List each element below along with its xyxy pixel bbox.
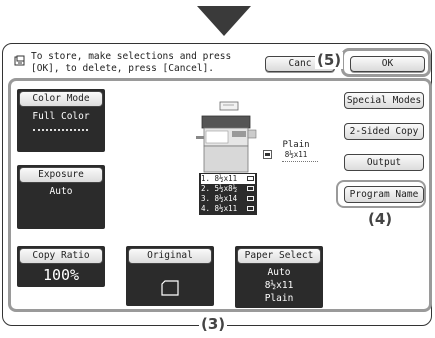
output-button[interactable]: Output [344, 154, 424, 171]
special-modes-button[interactable]: Special Modes [344, 92, 424, 109]
callout-label-4: (4) [366, 210, 395, 228]
tray-label-4: 4. 8½x11 [201, 204, 238, 213]
tray-row-3[interactable]: 3. 8½x14 [201, 194, 255, 204]
tray-paper-icon [247, 186, 254, 191]
callout-frame-5 [341, 48, 431, 77]
down-arrow-icon [197, 6, 251, 36]
color-mode-value: Full Color [32, 111, 90, 122]
tray-row-2[interactable]: 2. 5½x8½ [201, 184, 255, 194]
bypass-tray-icon [263, 150, 272, 159]
copy-ratio-button[interactable]: Copy Ratio [19, 248, 103, 264]
paper-select-line-1: Auto [267, 267, 291, 278]
paper-select-button[interactable]: Paper Select [237, 248, 321, 264]
copier-illustration [196, 101, 257, 173]
two-sided-copy-button[interactable]: 2-Sided Copy [344, 123, 424, 140]
original-button[interactable]: Original [128, 248, 212, 264]
bypass-paper-type: Plain [282, 140, 310, 150]
program-name-button[interactable]: Program Name [344, 186, 424, 203]
instruction-line-1: To store, make selections and press [31, 51, 232, 62]
tray-label-2: 2. 5½x8½ [201, 184, 238, 193]
paper-select-line-3: Plain [264, 293, 294, 304]
color-mode-button[interactable]: Color Mode [19, 91, 103, 107]
tray-label-1: 1. 8½x11 [201, 174, 238, 183]
bypass-paper-size: 8½x11 [284, 150, 308, 159]
tray-list: 1. 8½x11 2. 5½x8½ 3. 8½x14 4. 8½x11 [199, 173, 257, 215]
tray-label-3: 3. 8½x14 [201, 194, 238, 203]
original-orientation-icon [161, 280, 179, 296]
bypass-indicator-line [282, 161, 318, 162]
tray-row-1[interactable]: 1. 8½x11 [201, 174, 255, 184]
callout-label-3: (3) [199, 315, 228, 333]
store-message-icon [14, 55, 25, 66]
instruction-line-2: [OK], to delete, press [Cancel]. [31, 63, 215, 74]
exposure-value: Auto [49, 186, 73, 197]
tray-row-4[interactable]: 4. 8½x11 [201, 204, 255, 214]
tray-paper-icon [247, 206, 254, 211]
copy-ratio-value: 100% [42, 266, 80, 284]
instruction-message: To store, make selections and press [OK]… [31, 51, 231, 75]
color-mode-indicator [33, 129, 88, 131]
paper-select-line-2: 8½x11 [264, 280, 294, 291]
callout-label-5: (5) [315, 51, 344, 69]
tray-paper-icon [247, 196, 254, 201]
tray-paper-icon [247, 176, 254, 181]
exposure-button[interactable]: Exposure [19, 167, 103, 183]
